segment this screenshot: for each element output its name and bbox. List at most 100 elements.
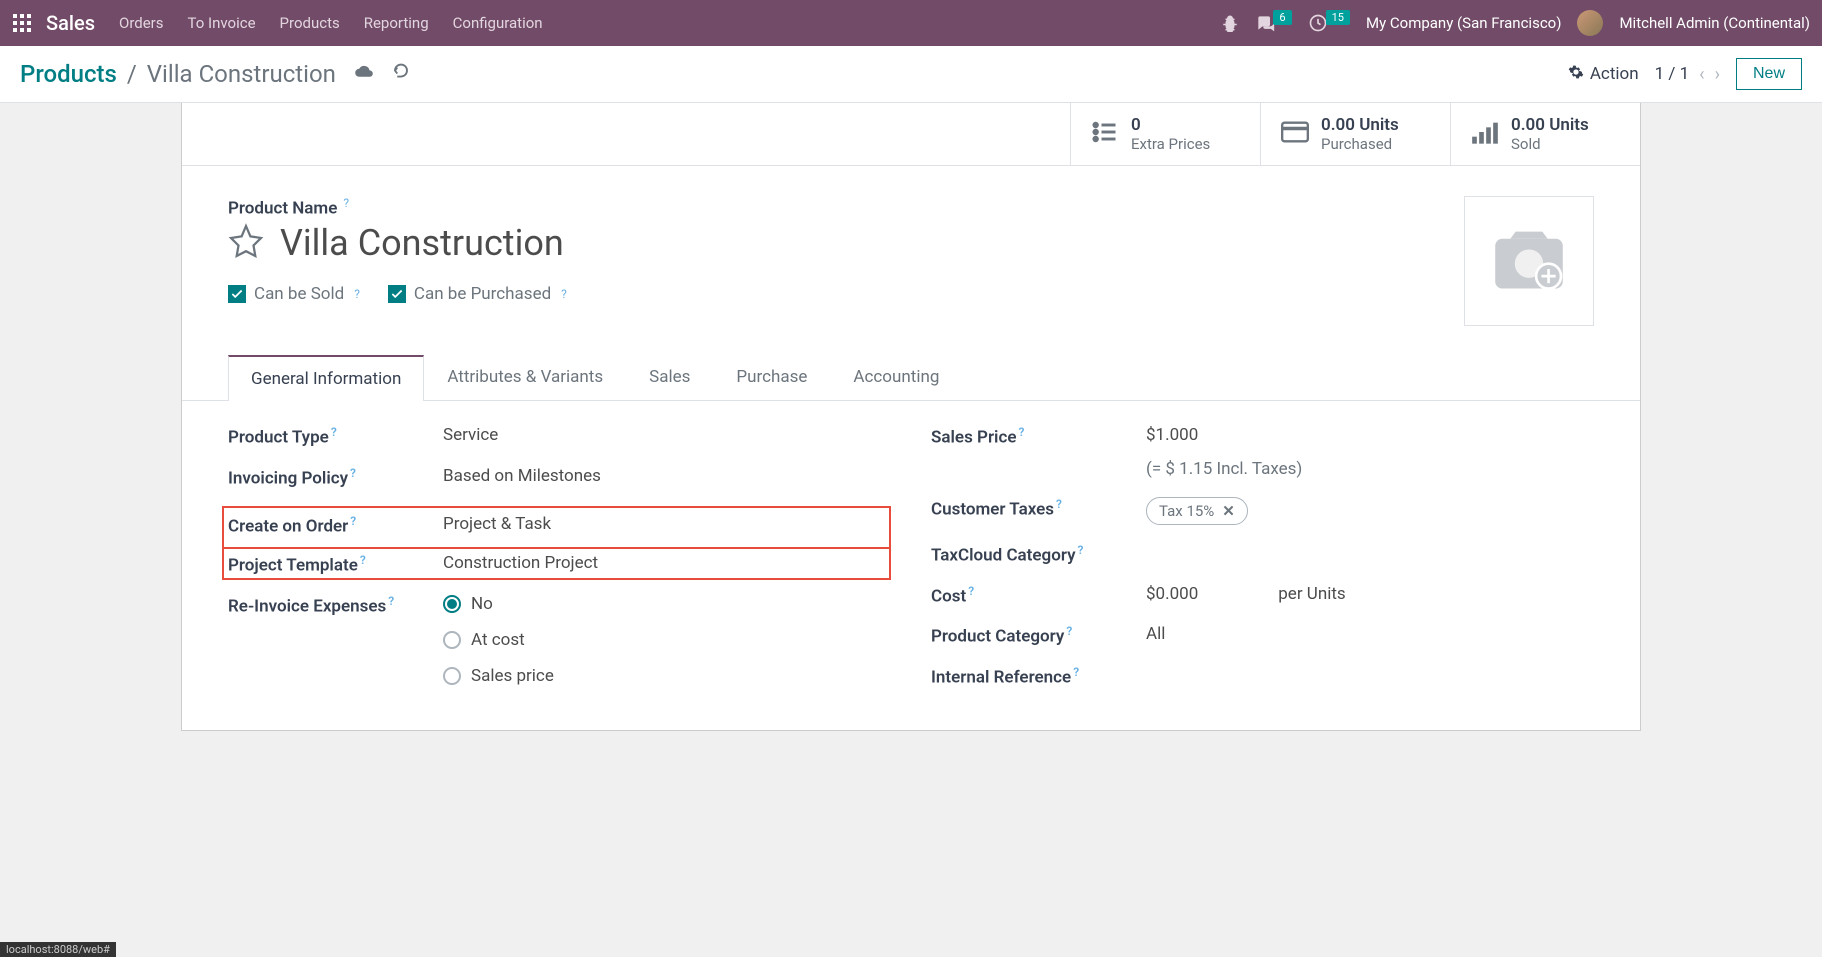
tab-general-information[interactable]: General Information [228,355,424,401]
help-icon[interactable]: ? [1073,665,1079,679]
tag-remove-icon[interactable]: ✕ [1222,502,1235,520]
create-on-order-label: Create on Order [228,517,348,537]
sales-price-value[interactable]: $1.000 [1146,425,1594,445]
company-switcher[interactable]: My Company (San Francisco) [1366,14,1561,32]
product-type-value[interactable]: Service [443,425,891,445]
help-icon[interactable]: ? [350,514,356,528]
stat-label: Extra Prices [1131,135,1210,153]
breadcrumb-root[interactable]: Products [20,60,117,88]
pager-prev-icon[interactable]: ‹ [1699,64,1704,85]
radio-label: No [471,594,493,614]
tab-attributes-variants[interactable]: Attributes & Variants [424,354,626,400]
stat-bar: 0 Extra Prices 0.00 Units Purchased 0. [182,103,1640,166]
taxcloud-label: TaxCloud Category [931,546,1076,566]
product-category-value[interactable]: All [1146,624,1594,644]
tax-tag-label: Tax 15% [1159,502,1214,520]
can-be-purchased-checkbox[interactable] [388,285,406,303]
tab-accounting[interactable]: Accounting [830,354,962,400]
help-icon[interactable]: ? [354,287,360,301]
project-template-value[interactable]: Construction Project [443,553,885,573]
help-icon[interactable]: ? [561,287,567,301]
help-icon[interactable]: ? [1019,425,1025,439]
new-button[interactable]: New [1736,58,1802,90]
help-icon[interactable]: ? [388,594,394,608]
reinvoice-label: Re-Invoice Expenses [228,596,386,616]
can-be-sold-label: Can be Sold [254,284,344,304]
help-icon[interactable]: ? [360,553,366,567]
breadcrumb: Products / Villa Construction [20,60,410,88]
chat-icon[interactable]: 6 [1255,13,1291,33]
pager-next-icon[interactable]: › [1715,64,1720,85]
product-image-placeholder[interactable] [1464,196,1594,326]
favorite-star-icon[interactable] [228,223,264,263]
radio-label: Sales price [471,666,554,686]
nav-right: 6 15 My Company (San Francisco) Mitchell… [1221,10,1810,36]
can-be-purchased-label: Can be Purchased [414,284,551,304]
debug-icon[interactable] [1221,14,1239,32]
apps-icon[interactable] [12,13,32,33]
help-icon[interactable]: ? [1078,543,1084,557]
nav-item-configuration[interactable]: Configuration [453,14,543,32]
stat-label: Purchased [1321,135,1399,153]
form-body: Product Type? Service Invoicing Policy? … [182,401,1640,730]
help-icon[interactable]: ? [1056,497,1062,511]
gear-icon [1568,64,1584,85]
user-menu[interactable]: Mitchell Admin (Continental) [1619,14,1810,32]
list-icon [1091,118,1119,150]
stat-extra-prices[interactable]: 0 Extra Prices [1070,103,1260,165]
title-area: Product Name ? Villa Construction Can be… [182,166,1640,336]
cost-per: per Units [1278,584,1345,604]
bars-icon [1471,120,1499,148]
tab-purchase[interactable]: Purchase [713,354,830,400]
invoicing-policy-label: Invoicing Policy [228,468,348,488]
right-column: Sales Price? $1.000 (= $ 1.15 Incl. Taxe… [931,425,1594,706]
help-icon[interactable]: ? [343,196,349,210]
pager-text: 1 / 1 [1655,64,1690,84]
stat-purchased[interactable]: 0.00 Units Purchased [1260,103,1450,165]
chat-badge: 6 [1273,10,1291,25]
nav-brand[interactable]: Sales [46,11,95,35]
help-icon[interactable]: ? [350,466,356,480]
stat-value: 0.00 Units [1511,115,1589,135]
discard-icon[interactable] [392,63,410,86]
radio-at-cost[interactable]: At cost [443,630,891,650]
help-icon[interactable]: ? [968,584,974,598]
help-icon[interactable]: ? [331,425,337,439]
invoicing-policy-value[interactable]: Based on Milestones [443,466,891,486]
stat-value: 0 [1131,115,1210,135]
stat-value: 0.00 Units [1321,115,1399,135]
radio-no[interactable]: No [443,594,891,614]
pager: 1 / 1 ‹ › [1655,64,1720,85]
product-category-label: Product Category [931,627,1064,647]
breadcrumb-sep: / [127,60,137,88]
breadcrumb-actions: Action 1 / 1 ‹ › New [1568,58,1802,90]
cloud-save-icon[interactable] [354,64,374,85]
credit-card-icon [1281,121,1309,147]
help-icon[interactable]: ? [1066,624,1072,638]
can-be-sold-checkbox[interactable] [228,285,246,303]
stat-sold[interactable]: 0.00 Units Sold [1450,103,1640,165]
tax-tag[interactable]: Tax 15% ✕ [1146,497,1248,525]
breadcrumb-current: Villa Construction [147,60,336,88]
action-button[interactable]: Action [1568,64,1639,85]
radio-sales-price[interactable]: Sales price [443,666,891,686]
left-column: Product Type? Service Invoicing Policy? … [228,425,891,706]
breadcrumb-bar: Products / Villa Construction Action 1 /… [0,46,1822,103]
product-title[interactable]: Villa Construction [280,222,564,264]
status-footer: localhost:8088/web# [0,942,116,957]
product-name-label: Product Name [228,198,337,218]
nav-menu: Orders To Invoice Products Reporting Con… [119,14,1221,32]
radio-label: At cost [471,630,525,650]
tab-sales[interactable]: Sales [626,354,713,400]
top-nav: Sales Orders To Invoice Products Reporti… [0,0,1822,46]
avatar[interactable] [1577,10,1603,36]
nav-item-to-invoice[interactable]: To Invoice [188,14,256,32]
create-on-order-value[interactable]: Project & Task [443,514,885,534]
reinvoice-options: No At cost Sales price [443,594,891,686]
nav-item-products[interactable]: Products [280,14,340,32]
cost-value[interactable]: $0.000 [1146,584,1198,604]
internal-ref-label: Internal Reference [931,668,1071,688]
nav-item-reporting[interactable]: Reporting [364,14,429,32]
nav-item-orders[interactable]: Orders [119,14,164,32]
activity-icon[interactable]: 15 [1308,13,1350,33]
